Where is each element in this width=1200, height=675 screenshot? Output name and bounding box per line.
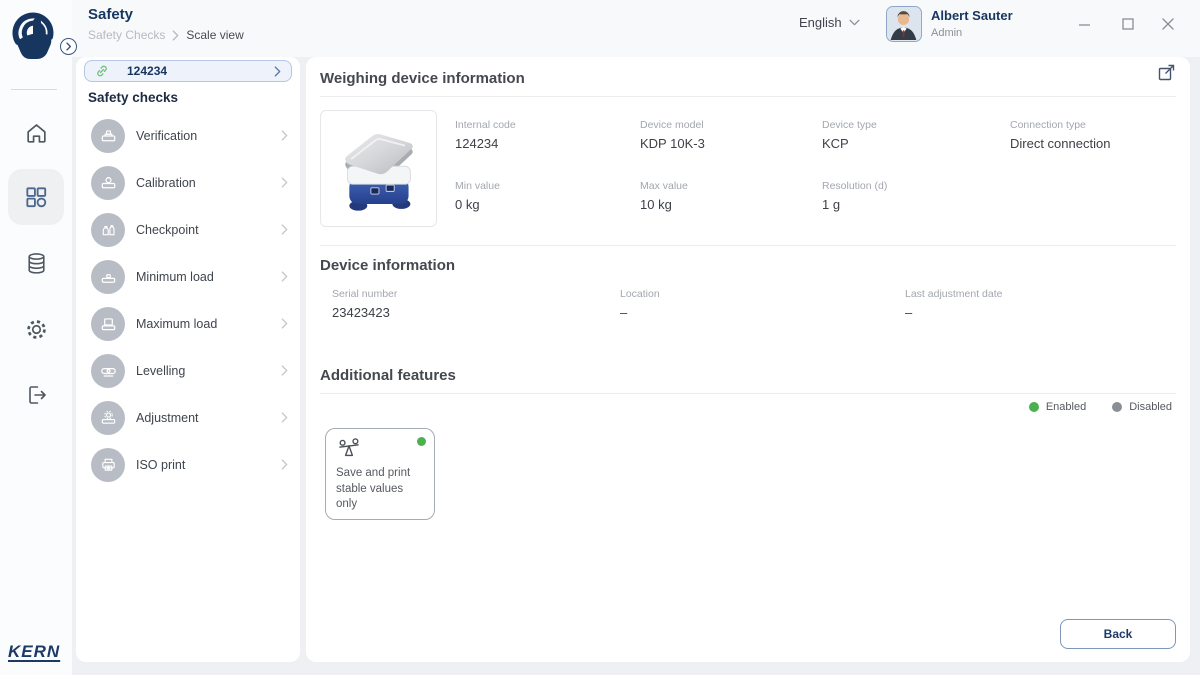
- chevron-right-icon: [274, 66, 281, 77]
- safety-checks-panel: 124234 Safety checks Verification Calibr…: [76, 57, 300, 662]
- status-legend: Enabled Disabled: [1029, 401, 1172, 413]
- logout-icon: [24, 383, 48, 407]
- left-rail: KERN: [0, 0, 72, 675]
- field-device-model: Device model KDP 10K-3: [640, 119, 822, 151]
- legend-enabled: Enabled: [1029, 401, 1086, 413]
- field-resolution: Resolution (d) 1 g: [822, 180, 1010, 212]
- page-title: Safety: [88, 6, 133, 23]
- field-device-type: Device type KCP: [822, 119, 1010, 151]
- chevron-right-icon: [281, 318, 288, 329]
- checkpoint-icon: [91, 213, 125, 247]
- breadcrumb-parent[interactable]: Safety Checks: [88, 28, 165, 42]
- section-divider: [320, 393, 1176, 394]
- chevron-right-icon: [281, 459, 288, 470]
- kern-brand-logo: KERN: [8, 642, 60, 662]
- balance-scale-icon: [336, 438, 424, 460]
- language-label: English: [799, 15, 842, 30]
- device-info-fields: Serial number 23423423 Location – Last a…: [332, 288, 1185, 320]
- field-min-value: Min value 0 kg: [455, 180, 640, 212]
- chevron-right-icon: [65, 42, 72, 51]
- maximize-button[interactable]: [1118, 14, 1138, 34]
- list-item-minimum-load[interactable]: Minimum load: [76, 253, 300, 300]
- section-divider: [320, 96, 1176, 97]
- dashboard-grid-icon: [23, 184, 49, 210]
- device-code: 124234: [127, 64, 262, 78]
- list-item-maximum-load[interactable]: Maximum load: [76, 300, 300, 347]
- device-info-section-title: Device information: [320, 257, 455, 274]
- sidebar-item-settings[interactable]: [8, 301, 64, 357]
- field-connection-type: Connection type Direct connection: [1010, 119, 1180, 151]
- levelling-icon: [91, 354, 125, 388]
- list-item-checkpoint[interactable]: Checkpoint: [76, 206, 300, 253]
- panel-collapse-button[interactable]: [60, 38, 77, 55]
- breadcrumb-current: Scale view: [186, 28, 243, 42]
- gear-icon: [24, 317, 49, 342]
- chevron-right-icon: [281, 271, 288, 282]
- sidebar-item-database[interactable]: [8, 235, 64, 291]
- feature-card-label: Save and print stable values only: [336, 466, 424, 513]
- database-icon: [24, 251, 49, 276]
- list-item-adjustment[interactable]: Adjustment: [76, 394, 300, 441]
- safety-checks-list: Verification Calibration Checkpoint: [76, 112, 300, 488]
- app-logo: [8, 5, 62, 61]
- user-avatar[interactable]: [886, 6, 922, 42]
- enabled-status-dot: [417, 437, 426, 446]
- app-window: Safety Safety Checks Scale view English: [0, 0, 1200, 675]
- calibration-icon: [91, 166, 125, 200]
- list-item-calibration[interactable]: Calibration: [76, 159, 300, 206]
- device-photo: [320, 110, 437, 227]
- expand-button[interactable]: [1156, 61, 1178, 83]
- field-last-adjustment-date: Last adjustment date –: [905, 288, 1185, 320]
- sidebar-item-home[interactable]: [8, 105, 64, 161]
- field-internal-code: Internal code 124234: [455, 119, 640, 151]
- list-item-levelling[interactable]: Levelling: [76, 347, 300, 394]
- disabled-dot-icon: [1112, 402, 1122, 412]
- list-item-verification[interactable]: Verification: [76, 112, 300, 159]
- verification-icon: [91, 119, 125, 153]
- iso-print-icon: [91, 448, 125, 482]
- adjustment-icon: [91, 401, 125, 435]
- home-icon: [24, 121, 49, 146]
- features-section-title: Additional features: [320, 367, 456, 384]
- safety-checks-title: Safety checks: [88, 90, 178, 105]
- chevron-right-icon: [281, 177, 288, 188]
- chevron-right-icon: [281, 365, 288, 376]
- field-serial-number: Serial number 23423423: [332, 288, 620, 320]
- chevron-right-icon: [281, 130, 288, 141]
- close-button[interactable]: [1158, 14, 1178, 34]
- breadcrumb: Safety Checks Scale view: [88, 28, 244, 42]
- sidebar-item-logout[interactable]: [8, 367, 64, 423]
- avatar-portrait: [887, 7, 920, 40]
- scale-view-panel: Weighing device information: [306, 57, 1190, 662]
- top-bar: Safety Safety Checks Scale view English: [0, 0, 1200, 57]
- weighing-section-title: Weighing device information: [320, 70, 525, 87]
- user-role: Admin: [931, 27, 962, 39]
- minimum-load-icon: [91, 260, 125, 294]
- chevron-right-icon: [281, 412, 288, 423]
- link-icon: [95, 64, 109, 78]
- rail-divider: [11, 89, 57, 90]
- field-max-value: Max value 10 kg: [640, 180, 822, 212]
- feature-card-save-print-stable[interactable]: Save and print stable values only: [325, 428, 435, 520]
- scale-image: [326, 116, 431, 221]
- legend-disabled: Disabled: [1112, 401, 1172, 413]
- section-divider: [320, 245, 1176, 246]
- enabled-dot-icon: [1029, 402, 1039, 412]
- list-item-iso-print[interactable]: ISO print: [76, 441, 300, 488]
- expand-icon: [1158, 63, 1176, 81]
- minimize-button[interactable]: [1074, 14, 1094, 34]
- chevron-right-icon: [172, 30, 179, 41]
- device-code-chip[interactable]: 124234: [84, 60, 292, 82]
- chevron-down-icon: [849, 19, 860, 26]
- sidebar-item-dashboard[interactable]: [8, 169, 64, 225]
- back-button[interactable]: Back: [1060, 619, 1176, 649]
- maximum-load-icon: [91, 307, 125, 341]
- chevron-right-icon: [281, 224, 288, 235]
- weighing-fields: Internal code 124234 Device model KDP 10…: [455, 119, 1180, 212]
- field-location: Location –: [620, 288, 905, 320]
- user-name: Albert Sauter: [931, 8, 1013, 23]
- language-selector[interactable]: English: [799, 15, 860, 30]
